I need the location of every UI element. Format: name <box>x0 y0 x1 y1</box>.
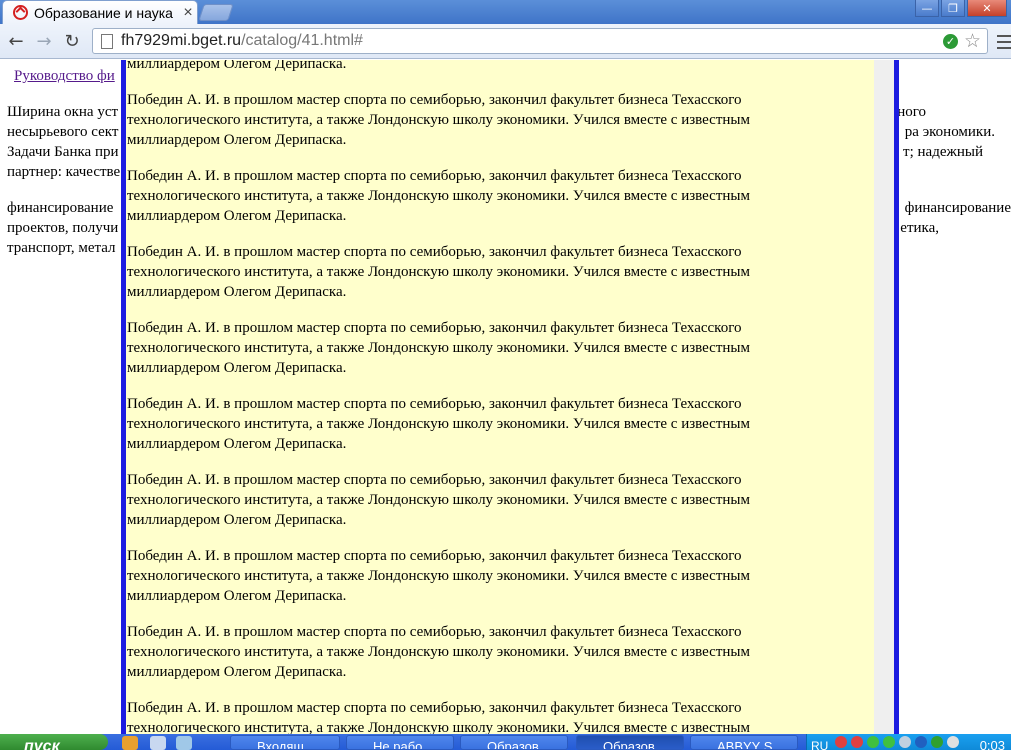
management-link[interactable]: Руководство фи <box>14 68 115 85</box>
taskbar-item-active[interactable]: Образов <box>576 735 684 750</box>
taskbar-item[interactable]: Входящ <box>230 735 340 750</box>
browser-menu-icon[interactable] <box>997 35 1011 49</box>
browser-titlebar: Образование и наука × — ❐ ✕ <box>0 0 1011 24</box>
tray-icon[interactable] <box>899 736 911 748</box>
start-button[interactable]: пуск <box>0 734 108 750</box>
window-controls: — ❐ ✕ <box>915 0 1007 17</box>
page-icon <box>101 33 113 49</box>
bg-text-line: ного <box>897 104 926 120</box>
quicklaunch-app-icon[interactable] <box>176 736 192 750</box>
taskbar-item[interactable]: Не рабо <box>346 735 454 750</box>
bg-text-line: транспорт, метал <box>7 240 116 256</box>
overlay-paragraph: Победин А. И. в прошлом мастер спорта по… <box>127 624 750 680</box>
system-tray: RU 0:03 <box>806 734 1011 750</box>
tab-title: Образование и наука <box>34 4 173 21</box>
forward-button[interactable]: → <box>32 30 56 52</box>
overlay-paragraph: Победин А. И. в прошлом мастер спорта по… <box>127 244 750 300</box>
overlay-paragraph-fragment: миллиардером Олегом Дерипаска. <box>127 60 347 72</box>
reload-button[interactable]: ↻ <box>60 30 84 52</box>
site-favicon-icon <box>13 5 28 20</box>
close-window-button[interactable]: ✕ <box>967 0 1007 17</box>
taskbar-item[interactable]: Образов <box>460 735 568 750</box>
maximize-button[interactable]: ❐ <box>941 0 965 17</box>
overlay-paragraph: Победин А. И. в прошлом мастер спорта по… <box>127 396 750 452</box>
tray-icon[interactable] <box>851 736 863 748</box>
windows-taskbar: пуск Входящ Не рабо Образов Образов ABBY… <box>0 734 1011 750</box>
tray-icon[interactable] <box>835 736 847 748</box>
tray-icon[interactable] <box>883 736 895 748</box>
bg-text-line: т; надежный <box>903 144 983 160</box>
overlay-paragraph: Победин А. И. в прошлом мастер спорта по… <box>127 700 750 734</box>
extension-check-icon[interactable]: ✓ <box>942 33 958 49</box>
overlay-paragraph: Победин А. И. в прошлом мастер спорта по… <box>127 92 750 148</box>
language-indicator[interactable]: RU <box>811 734 828 750</box>
overlay-panel[interactable]: миллиардером Олегом Дерипаска. Победин А… <box>121 60 899 734</box>
taskbar-item[interactable]: ABBYY S <box>690 735 798 750</box>
tab-close-button[interactable]: × <box>179 4 197 22</box>
tray-icon[interactable] <box>915 736 927 748</box>
bg-text-line: Задачи Банка при <box>7 144 119 160</box>
url-host: fh7929mi.bget.ru <box>121 32 242 49</box>
bg-text-line: несырьевого сект <box>7 124 119 140</box>
page-viewport: Руководство фи Ширина окна уст ного несы… <box>0 60 1011 734</box>
overlay-paragraph: Победин А. И. в прошлом мастер спорта по… <box>127 472 750 528</box>
browser-tab[interactable]: Образование и наука × <box>2 0 198 24</box>
overlay-paragraph: Победин А. И. в прошлом мастер спорта по… <box>127 320 750 376</box>
new-tab-button[interactable] <box>198 4 234 21</box>
bg-text-line: партнер: качестве <box>7 164 121 180</box>
tray-icon[interactable] <box>947 736 959 748</box>
url-text[interactable]: fh7929mi.bget.ru/catalog/41.html# <box>121 32 943 50</box>
back-button[interactable]: ← <box>4 30 28 52</box>
bookmark-star-icon[interactable]: ☆ <box>964 30 981 52</box>
quicklaunch-browser-icon[interactable] <box>122 736 138 750</box>
bg-text-line: ра экономики. <box>904 124 995 140</box>
clock[interactable]: 0:03 <box>980 734 1005 750</box>
overlay-paragraph: Победин А. И. в прошлом мастер спорта по… <box>127 548 750 604</box>
overlay-paragraph: Победин А. И. в прошлом мастер спорта по… <box>127 168 750 224</box>
bg-text-line: етика, <box>900 220 939 236</box>
bg-text-line: Ширина окна уст <box>7 104 119 120</box>
browser-toolbar: ← → ↻ fh7929mi.bget.ru/catalog/41.html# … <box>0 24 1011 59</box>
overlay-scrollbar[interactable] <box>874 60 894 734</box>
bg-text-line: проектов, получи <box>7 220 119 236</box>
url-path: /catalog/41.html# <box>241 32 363 49</box>
tray-icon[interactable] <box>867 736 879 748</box>
quicklaunch-desktop-icon[interactable] <box>150 736 166 750</box>
bg-text-line: финансирование <box>7 200 114 216</box>
tray-icon[interactable] <box>931 736 943 748</box>
address-bar[interactable]: fh7929mi.bget.ru/catalog/41.html# ✓ ☆ <box>92 28 988 54</box>
minimize-button[interactable]: — <box>915 0 939 17</box>
bg-text-line: финансирование <box>904 200 1011 216</box>
